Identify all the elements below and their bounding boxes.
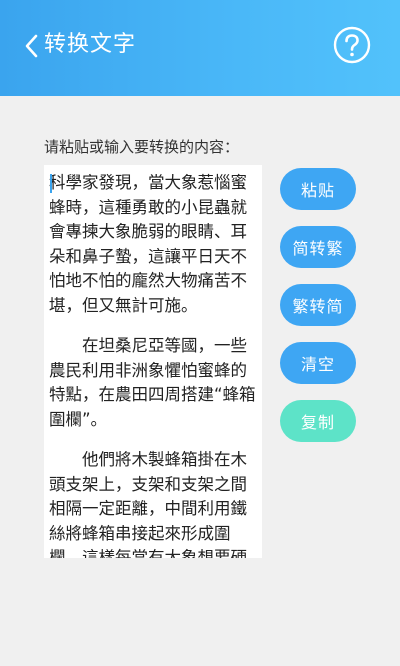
- text-paragraph: 他們將木製蜂箱掛在木頭支架上，支架和支架之間相隔一定距離，中間利用鐵絲將蜂箱串接…: [49, 450, 247, 558]
- text-caret: [50, 174, 52, 193]
- text-paragraph: 在坦桑尼亞等國，一些農民利用非洲象懼怕蜜蜂的特點，在農田四周搭建“蜂箱圍欄”。: [49, 336, 256, 429]
- question-circle-icon: [333, 26, 371, 64]
- help-button[interactable]: [333, 26, 371, 64]
- app-header: 转换文字: [0, 0, 400, 96]
- traditional-to-simplified-button[interactable]: 繁转简: [280, 284, 356, 326]
- text-input-area[interactable]: 科學家發現，當大象惹惱蜜蜂時，這種勇敢的小昆蟲就會專揀大象脆弱的眼睛、耳朵和鼻子…: [44, 165, 262, 558]
- text-paragraph: 科學家發現，當大象惹惱蜜蜂時，這種勇敢的小昆蟲就會專揀大象脆弱的眼睛、耳朵和鼻子…: [49, 173, 247, 315]
- clear-button[interactable]: 清空: [280, 342, 356, 384]
- copy-button[interactable]: 复制: [280, 400, 356, 442]
- back-button[interactable]: [18, 32, 44, 60]
- page-title: 转换文字: [44, 32, 137, 57]
- input-prompt-label: 请粘贴或输入要转换的内容：: [44, 138, 240, 156]
- chevron-left-icon: [25, 34, 38, 58]
- paste-button[interactable]: 粘贴: [280, 168, 356, 210]
- simplified-to-traditional-button[interactable]: 简转繁: [280, 226, 356, 268]
